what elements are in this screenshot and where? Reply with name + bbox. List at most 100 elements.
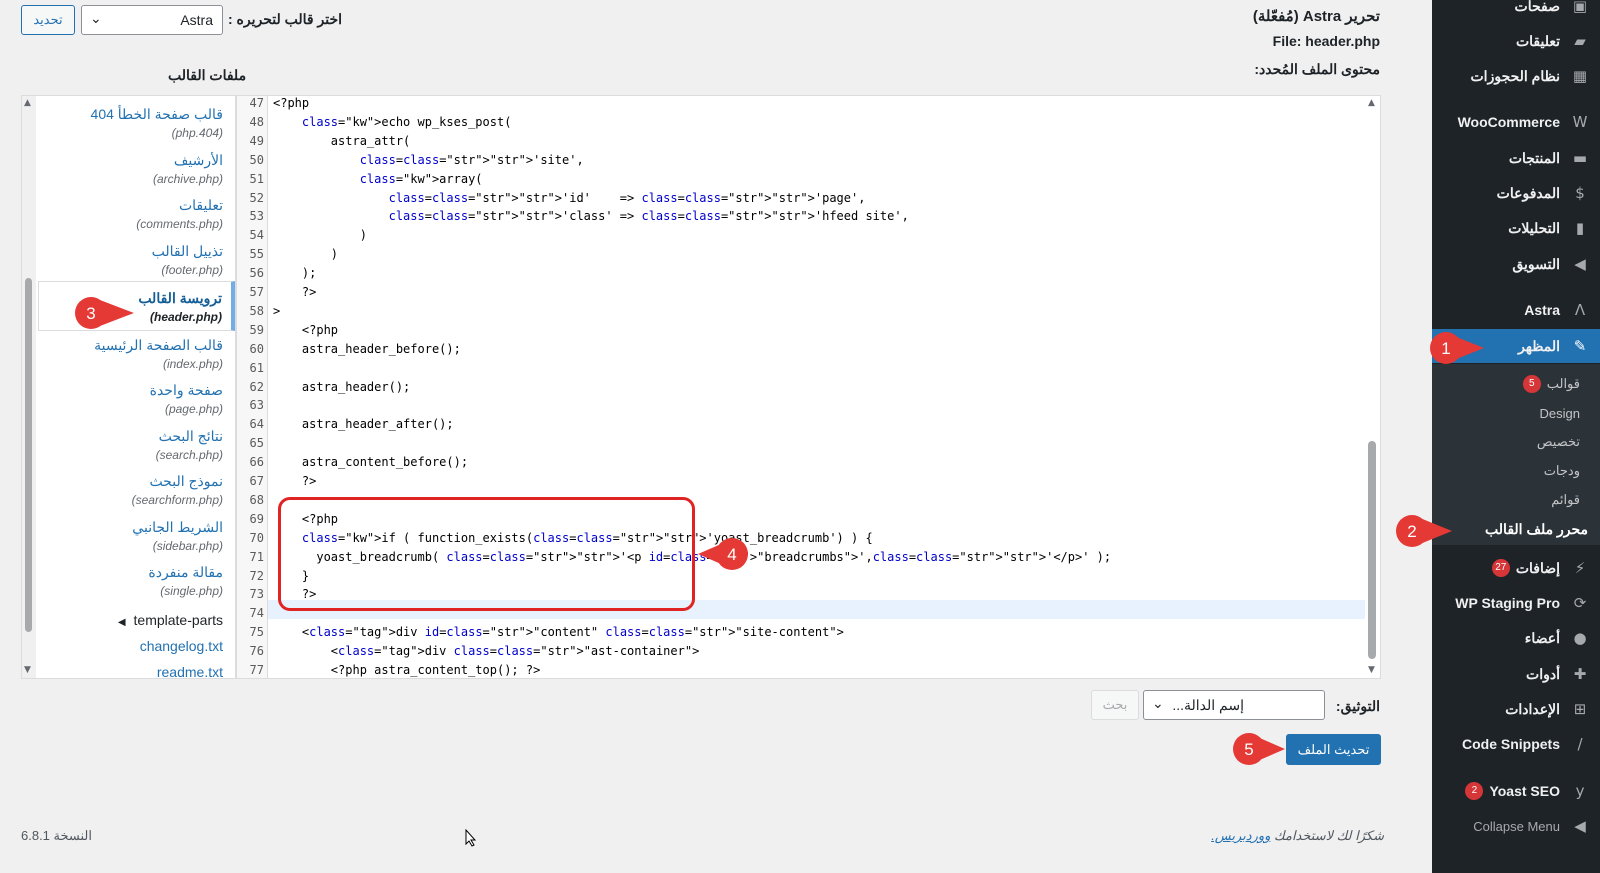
calendar-icon: ▦ [1572,67,1588,85]
line-number: 57 [249,285,264,299]
select-theme-button[interactable]: تحديد [21,5,75,35]
code-line: ?> [273,474,317,488]
editor-scroll-thumb[interactable] [1368,441,1376,659]
wordpress-link[interactable]: ووردبريس. [1211,828,1270,843]
line-number: 68 [249,492,264,507]
submenu-item-design[interactable]: Design [1432,399,1600,427]
chevron-down-icon: ⌄ [1152,695,1164,711]
footer-thanks: شكرًا لك لاستخدامك ووردبريس. [1211,828,1384,843]
step-marker-3: 3 [75,297,134,329]
pages-icon: ▣ [1572,0,1588,15]
submenu-item-customize[interactable]: تخصيص [1432,428,1600,456]
sidebar-item-pages[interactable]: ▣ صفحات [1432,0,1600,23]
file-list-scroll-thumb[interactable] [25,278,32,632]
woocommerce-icon: W [1572,113,1588,131]
code-line: <class="tag">div class=class="str">"ast-… [273,644,700,659]
file-item-sidebar[interactable]: الشريط الجانبي (sidebar.php) [132,519,223,553]
code-snippets-icon: / [1577,735,1583,753]
file-item-footer[interactable]: تذييل القالب (footer.php) [152,243,223,277]
sidebar-item-bookings[interactable]: ▦ نظام الحجوزات [1432,59,1600,93]
line-number: 69 [249,511,264,526]
mouse-cursor-icon [465,829,477,847]
code-line: astra_header(); [273,379,411,394]
code-line: class=class="str">"str">'site', [359,152,584,167]
line-number: 48 [249,114,264,129]
line-number: 64 [249,417,264,432]
sidebar-item-users[interactable]: ● أعضاء [1432,621,1600,655]
code-line: ) [273,247,339,262]
users-icon: ● [1573,629,1587,647]
comments-icon: ▰ [1574,32,1586,50]
file-item-comments[interactable]: تعليقات (comments.php) [136,197,223,231]
file-item-changelog[interactable]: changelog.txt [140,638,223,654]
code-line: class="kw">echo wp_kses_post( [301,114,512,129]
submenu-item-theme-file-editor[interactable]: محرر ملف القالب [1432,515,1600,543]
editor-scroll-down-icon[interactable]: ▼ [1368,665,1375,675]
line-number: 53 [249,209,264,224]
file-item-header[interactable]: ترويسة القالب (header.php) [138,290,222,324]
svg-text:3: 3 [86,304,95,323]
file-item-archive[interactable]: الأرشيف (archive.php) [153,152,223,186]
scroll-down-icon[interactable]: ▼ [24,665,31,675]
line-number-gutter: 47 48 49 50 51 52 53 54 55 56 57 58 59 60 61 62 63 64 65 66… [237,96,268,678]
submenu-item-widgets[interactable]: ودجات [1432,457,1600,485]
line-number: 61 [249,360,264,375]
sidebar-item-settings[interactable]: ⊞ الإعدادات [1432,692,1600,726]
sidebar-item-tools[interactable]: ✚ أدوات [1432,657,1600,691]
sidebar-item-products[interactable]: ▬ المنتجات [1432,141,1600,175]
function-name-select[interactable]: إسم الدالة... ⌄ [1143,690,1325,720]
line-number: 47 [249,96,264,110]
scroll-up-icon[interactable]: ▲ [24,98,31,108]
editor-scroll-up-icon[interactable]: ▲ [1368,98,1375,108]
line-number: 55 [249,247,264,262]
version-label: النسخة 6.8.1 [21,828,92,843]
submenu-item-themes[interactable]: قوالب 5 [1432,370,1600,398]
code-line: <?php astra_content_top(); ?> [273,663,541,677]
code-line: astra_header_before(); [273,341,461,356]
sidebar-item-analytics[interactable]: ▮ التحليلات [1432,211,1600,245]
line-number: 77 [249,663,264,677]
plugins-icon: ⚡ [1574,559,1586,577]
admin-sidebar: ▣ صفحات ▰ تعليقات ▦ نظام الحجوزات W WooC… [1432,0,1600,873]
sidebar-item-marketing[interactable]: ◀ التسويق [1432,247,1600,281]
choose-theme-label: اختر قالب لتحريره : [228,11,343,27]
folder-template-parts[interactable]: template-parts ◀ [118,612,223,628]
code-line: ); [273,266,317,281]
svg-text:5: 5 [1244,740,1253,759]
sidebar-item-code-snippets[interactable]: / Code Snippets [1432,727,1600,761]
chevron-down-icon: ⌄ [90,10,102,26]
code-line: class=class="str">"str">'class' => class… [388,209,909,224]
file-item-searchform[interactable]: نموذج البحث (searchform.php) [132,473,223,507]
sidebar-item-astra[interactable]: Λ Astra [1432,293,1600,327]
sidebar-item-woocommerce[interactable]: W WooCommerce [1432,105,1600,139]
code-line: ?> [273,285,317,299]
file-item-404[interactable]: قالب صفحة الخطأ 404 (404.php) [91,106,223,140]
collapse-icon: ◀ [1574,817,1586,835]
sidebar-item-wp-staging[interactable]: ⟳ WP Staging Pro [1432,586,1600,620]
file-item-single[interactable]: مقالة منفردة (single.php) [148,564,223,598]
sidebar-item-comments[interactable]: ▰ تعليقات [1432,24,1600,58]
lookup-button[interactable]: بحث [1091,690,1139,720]
astra-icon: Λ [1574,301,1586,319]
file-item-search[interactable]: نتائج البحث (search.php) [156,428,223,462]
sidebar-item-yoast[interactable]: y Yoast SEO 2 [1432,774,1600,808]
file-list-scrollbar[interactable]: ▲ ▼ [22,96,36,678]
line-number: 75 [249,625,264,640]
code-line: class="kw">array( [359,171,483,186]
file-name-label: File: header.php [1272,33,1380,49]
sidebar-item-plugins[interactable]: ⚡ إضافات 27 [1432,551,1600,585]
file-item-readme[interactable]: readme.txt [157,664,223,678]
line-number: 65 [249,436,264,451]
selected-file-content-label: محتوى الملف المُحدد: [1254,61,1380,77]
file-item-page[interactable]: صفحة واحدة (page.php) [150,382,223,416]
file-item-index[interactable]: قالب الصفحة الرئيسية (index.php) [94,337,223,371]
sidebar-item-collapse[interactable]: ◀ Collapse Menu [1432,809,1600,843]
code-line: astra_content_before(); [273,455,469,470]
submenu-item-menus[interactable]: قوائم [1432,486,1600,514]
line-number: 73 [249,587,264,602]
line-number: 67 [249,474,264,488]
line-number: 66 [249,455,264,470]
theme-select[interactable]: Astra ⌄ [81,5,223,35]
sidebar-item-payments[interactable]: $ المدفوعات [1432,176,1600,210]
update-file-button[interactable]: تحديث الملف [1286,734,1381,765]
